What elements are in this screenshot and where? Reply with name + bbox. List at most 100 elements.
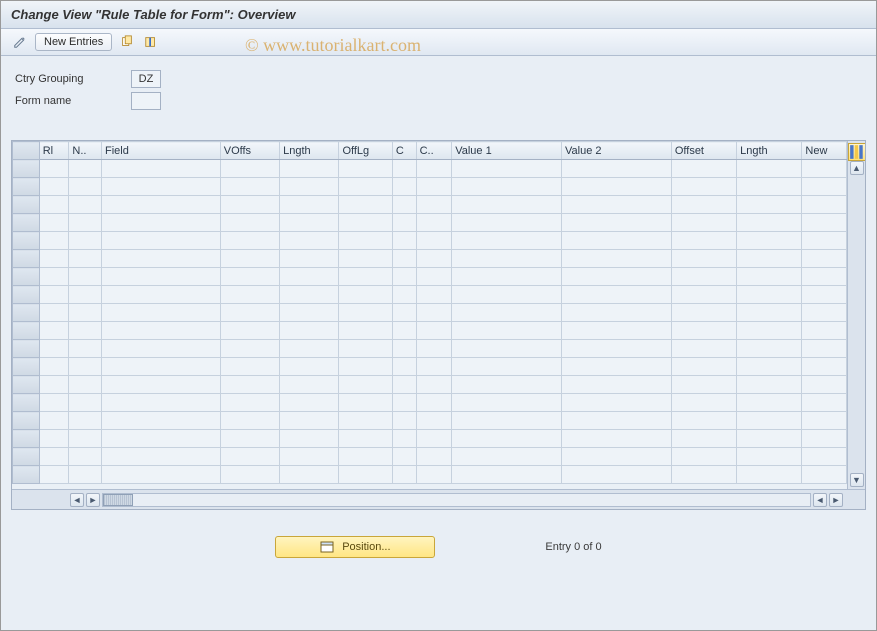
delimit-icon[interactable] — [142, 33, 160, 51]
cell[interactable] — [416, 286, 452, 304]
ctry-grouping-field[interactable] — [131, 70, 161, 88]
cell[interactable] — [102, 196, 221, 214]
cell[interactable] — [220, 340, 279, 358]
cell[interactable] — [69, 286, 102, 304]
cell[interactable] — [392, 304, 416, 322]
cell[interactable] — [339, 304, 392, 322]
row-selector[interactable] — [13, 214, 40, 232]
row-selector[interactable] — [13, 178, 40, 196]
cell[interactable] — [39, 250, 69, 268]
cell[interactable] — [671, 376, 736, 394]
cell[interactable] — [69, 196, 102, 214]
cell[interactable] — [102, 340, 221, 358]
scroll-down-icon[interactable]: ▼ — [850, 473, 864, 487]
cell[interactable] — [671, 286, 736, 304]
cell[interactable] — [562, 250, 672, 268]
cell[interactable] — [671, 232, 736, 250]
cell[interactable] — [562, 214, 672, 232]
cell[interactable] — [802, 214, 847, 232]
cell[interactable] — [102, 250, 221, 268]
cell[interactable] — [220, 394, 279, 412]
cell[interactable] — [69, 430, 102, 448]
cell[interactable] — [562, 448, 672, 466]
vertical-scrollbar[interactable]: ▲ ▼ — [847, 141, 865, 489]
cell[interactable] — [671, 268, 736, 286]
cell[interactable] — [802, 304, 847, 322]
hscroll-thumb[interactable] — [103, 494, 133, 506]
cell[interactable] — [39, 412, 69, 430]
cell[interactable] — [392, 322, 416, 340]
scroll-right-icon[interactable]: ► — [86, 493, 100, 507]
cell[interactable] — [392, 214, 416, 232]
cell[interactable] — [452, 412, 562, 430]
cell[interactable] — [452, 430, 562, 448]
cell[interactable] — [102, 268, 221, 286]
cell[interactable] — [220, 232, 279, 250]
cell[interactable] — [802, 286, 847, 304]
cell[interactable] — [102, 466, 221, 484]
cell[interactable] — [671, 430, 736, 448]
cell[interactable] — [220, 430, 279, 448]
cell[interactable] — [102, 232, 221, 250]
cell[interactable] — [220, 178, 279, 196]
cell[interactable] — [802, 376, 847, 394]
column-header[interactable]: New — [802, 142, 847, 160]
row-selector[interactable] — [13, 322, 40, 340]
cell[interactable] — [339, 214, 392, 232]
position-button[interactable]: Position... — [275, 536, 435, 558]
cell[interactable] — [69, 340, 102, 358]
cell[interactable] — [416, 178, 452, 196]
cell[interactable] — [562, 430, 672, 448]
cell[interactable] — [392, 394, 416, 412]
row-selector[interactable] — [13, 304, 40, 322]
new-entries-button[interactable]: New Entries — [35, 33, 112, 51]
cell[interactable] — [452, 286, 562, 304]
cell[interactable] — [562, 412, 672, 430]
cell[interactable] — [452, 250, 562, 268]
cell[interactable] — [452, 358, 562, 376]
cell[interactable] — [339, 430, 392, 448]
cell[interactable] — [562, 268, 672, 286]
cell[interactable] — [69, 412, 102, 430]
cell[interactable] — [452, 376, 562, 394]
cell[interactable] — [39, 448, 69, 466]
cell[interactable] — [416, 214, 452, 232]
cell[interactable] — [39, 358, 69, 376]
cell[interactable] — [392, 178, 416, 196]
cell[interactable] — [339, 178, 392, 196]
cell[interactable] — [69, 376, 102, 394]
select-all-header[interactable] — [13, 142, 40, 160]
column-header[interactable]: Lngth — [737, 142, 802, 160]
toggle-edit-icon[interactable] — [11, 33, 29, 51]
cell[interactable] — [737, 232, 802, 250]
cell[interactable] — [280, 394, 339, 412]
cell[interactable] — [802, 178, 847, 196]
cell[interactable] — [452, 232, 562, 250]
cell[interactable] — [102, 178, 221, 196]
cell[interactable] — [671, 448, 736, 466]
cell[interactable] — [392, 358, 416, 376]
cell[interactable] — [392, 268, 416, 286]
cell[interactable] — [392, 466, 416, 484]
cell[interactable] — [102, 448, 221, 466]
cell[interactable] — [69, 394, 102, 412]
cell[interactable] — [671, 178, 736, 196]
cell[interactable] — [562, 322, 672, 340]
cell[interactable] — [220, 250, 279, 268]
cell[interactable] — [392, 448, 416, 466]
cell[interactable] — [802, 358, 847, 376]
cell[interactable] — [339, 160, 392, 178]
cell[interactable] — [280, 196, 339, 214]
form-name-field[interactable] — [131, 92, 161, 110]
column-header[interactable]: C — [392, 142, 416, 160]
cell[interactable] — [737, 466, 802, 484]
cell[interactable] — [220, 358, 279, 376]
cell[interactable] — [737, 304, 802, 322]
cell[interactable] — [220, 376, 279, 394]
cell[interactable] — [802, 466, 847, 484]
cell[interactable] — [280, 412, 339, 430]
column-header[interactable]: N.. — [69, 142, 102, 160]
cell[interactable] — [39, 160, 69, 178]
cell[interactable] — [416, 250, 452, 268]
cell[interactable] — [392, 286, 416, 304]
